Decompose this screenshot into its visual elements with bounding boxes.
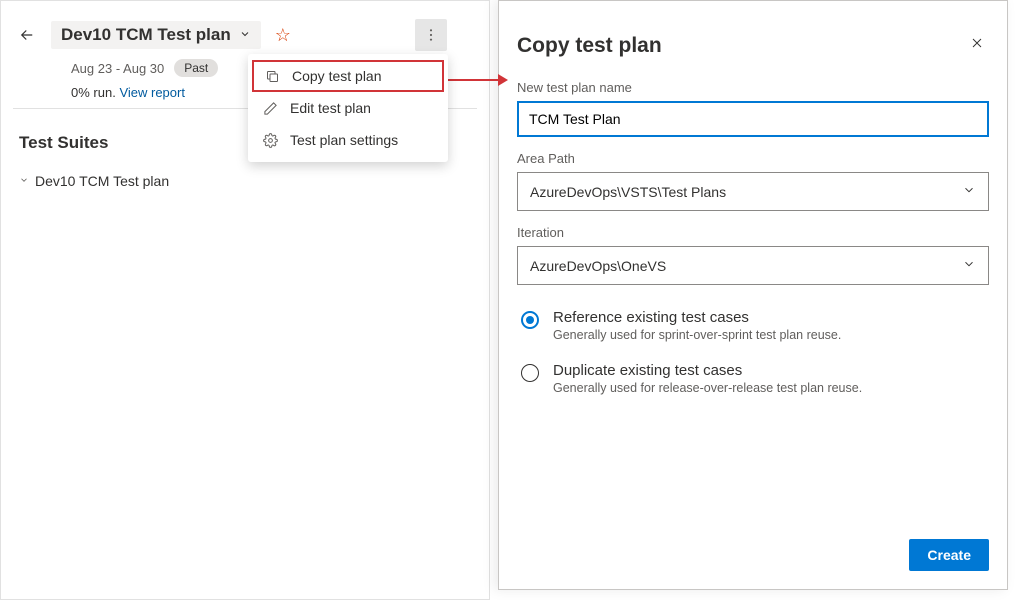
suite-tree-item[interactable]: Dev10 TCM Test plan [13, 163, 477, 199]
menu-test-plan-settings[interactable]: Test plan settings [248, 124, 448, 156]
menu-copy-test-plan[interactable]: Copy test plan [252, 60, 444, 92]
copy-icon [264, 68, 280, 84]
close-button[interactable] [965, 31, 989, 60]
radio-label: Reference existing test cases [553, 309, 841, 326]
more-actions-button[interactable] [415, 19, 447, 51]
favorite-star-icon[interactable]: ☆ [275, 25, 291, 46]
gear-icon [262, 132, 278, 148]
option-duplicate[interactable]: Duplicate existing test cases Generally … [517, 362, 989, 395]
name-label: New test plan name [517, 80, 989, 95]
iteration-label: Iteration [517, 225, 989, 240]
back-button[interactable] [13, 21, 41, 49]
menu-label: Test plan settings [290, 132, 398, 148]
plan-title-text: Dev10 TCM Test plan [61, 25, 231, 45]
create-button[interactable]: Create [909, 539, 989, 571]
chevron-down-icon [239, 25, 251, 45]
panel-footer: Create [517, 527, 989, 571]
radio-duplicate[interactable] [521, 364, 539, 382]
area-path-select[interactable]: AzureDevOps\VSTS\Test Plans [517, 172, 989, 211]
edit-icon [262, 100, 278, 116]
menu-label: Copy test plan [292, 68, 382, 84]
radio-label: Duplicate existing test cases [553, 362, 862, 379]
chevron-down-icon [962, 183, 976, 200]
plan-title[interactable]: Dev10 TCM Test plan [51, 21, 261, 49]
suite-name: Dev10 TCM Test plan [35, 173, 169, 189]
date-range: Aug 23 - Aug 30 [71, 61, 164, 76]
panel-title: Copy test plan [517, 34, 662, 58]
menu-label: Edit test plan [290, 100, 371, 116]
run-percent: 0% run. [71, 85, 116, 100]
iteration-value: AzureDevOps\OneVS [530, 258, 666, 274]
view-report-link[interactable]: View report [119, 85, 185, 100]
copy-test-plan-panel: Copy test plan New test plan name Area P… [498, 0, 1008, 590]
iteration-select[interactable]: AzureDevOps\OneVS [517, 246, 989, 285]
radio-reference[interactable] [521, 311, 539, 329]
radio-description: Generally used for release-over-release … [553, 381, 862, 395]
context-menu: Copy test plan Edit test plan Test plan … [248, 54, 448, 162]
past-badge: Past [174, 59, 218, 77]
area-path-value: AzureDevOps\VSTS\Test Plans [530, 184, 726, 200]
plan-header: Dev10 TCM Test plan ☆ [13, 17, 477, 53]
area-path-label: Area Path [517, 151, 989, 166]
option-reference[interactable]: Reference existing test cases Generally … [517, 309, 989, 342]
chevron-down-icon [962, 257, 976, 274]
chevron-down-icon [19, 174, 29, 188]
panel-header: Copy test plan [517, 31, 989, 60]
radio-description: Generally used for sprint-over-sprint te… [553, 328, 841, 342]
plan-name-input[interactable] [517, 101, 989, 137]
menu-edit-test-plan[interactable]: Edit test plan [248, 92, 448, 124]
